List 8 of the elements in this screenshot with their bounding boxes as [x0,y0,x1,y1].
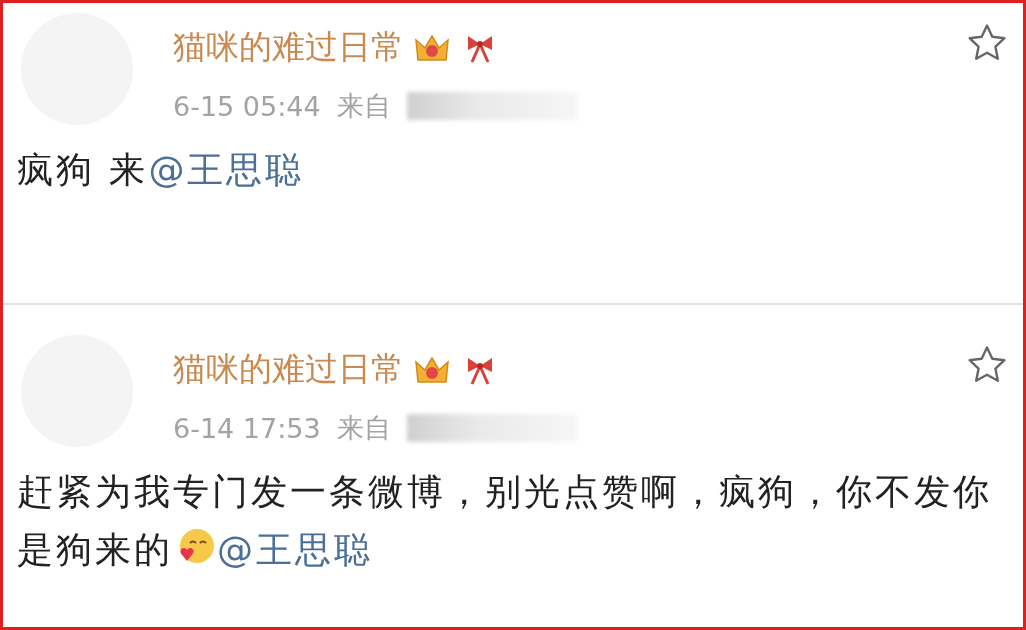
post-text: 疯狗 来@王思聪 [17,148,306,192]
source-label: 来自 [336,411,391,445]
author-name[interactable]: 猫咪的难过日常 [173,347,404,392]
source-label: 来自 [336,89,391,123]
author-name[interactable]: 猫咪的难过日常 [173,25,404,70]
post-text: 赶紧为我专门发一条微博，别光点赞啊，疯狗，你不发你是狗来的 @王思聪 [17,470,993,572]
post-time: 6-15 05:44 [173,90,321,122]
post-time: 6-14 17:53 [173,412,321,444]
